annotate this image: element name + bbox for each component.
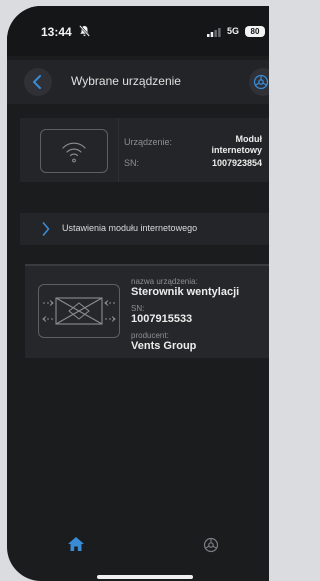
status-bar: 13:44 5G 80 [7, 6, 269, 56]
wifi-module-tile [40, 129, 108, 173]
module-device-value-line1: Moduł [235, 134, 263, 144]
internet-module-card[interactable]: Urządzenie: Moduł internetowy SN: 100792… [20, 118, 269, 182]
bell-muted-icon [79, 25, 90, 37]
phone-screen: 13:44 5G 80 Wybrane urządzenie Urządzeni… [7, 6, 269, 581]
module-sn-value: 1007923854 [211, 158, 262, 168]
heat-exchanger-icon [42, 297, 116, 325]
gear-icon[interactable] [203, 537, 219, 553]
home-indicator [97, 575, 193, 579]
settings-row-label: Ustawienia modułu internetowego [62, 223, 198, 233]
gear-icon [253, 74, 269, 90]
ventilation-device-card[interactable]: nazwa urządzenia: Sterownik wentylacji S… [25, 264, 269, 358]
device-name-value: Sterownik wentylacji [131, 286, 240, 298]
back-button[interactable] [24, 68, 52, 96]
device-name-label: nazwa urządzenia: [131, 277, 198, 286]
home-icon[interactable] [67, 536, 85, 552]
battery-icon: 80 [245, 26, 265, 37]
network-type: 5G [226, 26, 239, 36]
chevron-left-icon [33, 75, 41, 89]
device-sn-label: SN: [131, 304, 145, 313]
chevron-right-icon [42, 222, 50, 236]
internet-module-settings-row[interactable]: Ustawienia modułu internetowego [20, 213, 269, 245]
page-title: Wybrane urządzenie [71, 74, 181, 88]
page-header: Wybrane urządzenie [7, 60, 269, 104]
device-sn-value: 1007915533 [131, 313, 193, 325]
card-divider [118, 118, 119, 182]
module-sn-label: SN: [124, 158, 140, 168]
device-producer-label: producent: [131, 331, 169, 340]
module-device-label: Urządzenie: [124, 137, 173, 147]
header-settings-button[interactable] [249, 68, 269, 96]
device-producer-value: Vents Group [131, 340, 197, 352]
signal-icon [207, 28, 221, 37]
wifi-icon [62, 142, 86, 163]
status-time: 13:44 [41, 25, 72, 39]
device-tile [38, 284, 120, 338]
module-device-value-line2: internetowy [211, 145, 262, 155]
module-device-value: Moduł internetowy [188, 134, 262, 156]
